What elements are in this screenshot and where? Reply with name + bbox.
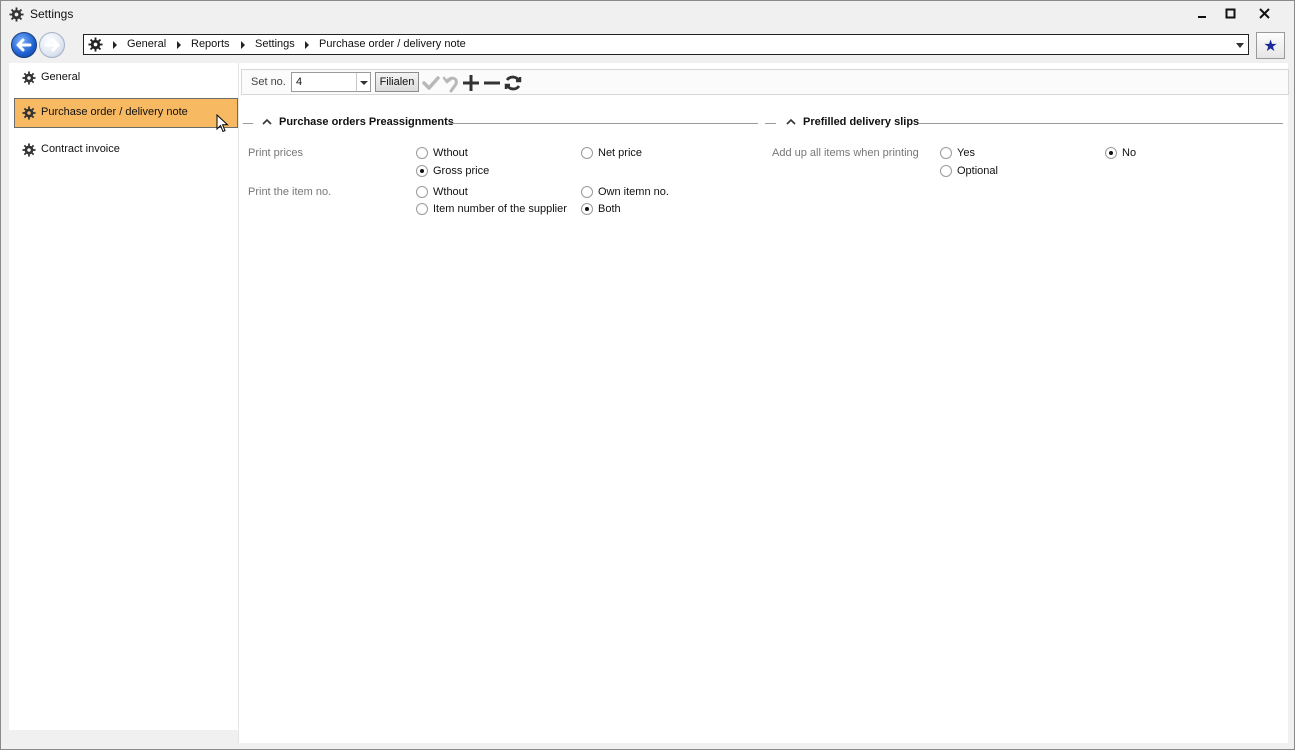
- radio-label: Yes: [957, 147, 975, 159]
- chevron-up-icon[interactable]: [262, 117, 272, 127]
- chevron-down-icon[interactable]: [356, 73, 370, 91]
- gear-icon: [22, 106, 36, 120]
- print-prices-without-radio[interactable]: Wthout: [416, 147, 468, 159]
- checkmark-icon[interactable]: [421, 73, 441, 93]
- print-item-without-radio[interactable]: Wthout: [416, 186, 468, 198]
- gear-icon: [22, 143, 36, 157]
- section-title: Purchase orders Preassignments: [279, 116, 454, 128]
- radio-dot: [416, 165, 428, 177]
- star-icon: ★: [1263, 37, 1278, 55]
- print-prices-label: Print prices: [248, 147, 304, 159]
- add-up-items-label: Add up all items when printing: [772, 147, 919, 159]
- breadcrumb-separator-icon: [241, 41, 245, 49]
- print-item-no-label: Print the item no.: [248, 186, 332, 198]
- radio-dot: [940, 165, 952, 177]
- main-content: Set no. 4 Filialen Purchase orders Preas…: [238, 63, 1289, 743]
- add-up-no-radio[interactable]: No: [1105, 147, 1136, 159]
- maximize-icon: [1225, 8, 1236, 19]
- section-divider: [243, 123, 253, 124]
- gear-icon: [22, 71, 36, 85]
- maximize-button[interactable]: [1215, 3, 1247, 25]
- radio-dot: [581, 203, 593, 215]
- sidebar: General Purchase order / delivery note C…: [9, 63, 245, 730]
- arrow-right-icon: [44, 38, 60, 52]
- print-item-own-radio[interactable]: Own itemn no.: [581, 186, 669, 198]
- radio-dot: [581, 186, 593, 198]
- radio-label: Item number of the supplier: [433, 203, 567, 215]
- print-prices-net-radio[interactable]: Net price: [581, 147, 642, 159]
- remove-icon[interactable]: [482, 73, 502, 93]
- forward-button[interactable]: [39, 32, 65, 58]
- filialen-button[interactable]: Filialen: [375, 72, 419, 92]
- navigation-bar: General Reports Settings Purchase order …: [1, 29, 1294, 61]
- radio-label: Wthout: [433, 186, 468, 198]
- breadcrumb-separator-icon: [113, 41, 117, 49]
- breadcrumb-general[interactable]: General: [127, 38, 166, 50]
- print-prices-gross-radio[interactable]: Gross price: [416, 165, 489, 177]
- settings-window: Settings General Reports Settings Purcha…: [0, 0, 1295, 750]
- radio-label: No: [1122, 147, 1137, 159]
- radio-label: Optional: [957, 165, 998, 177]
- toolbar: Set no. 4 Filialen: [241, 69, 1289, 95]
- radio-label: Net price: [598, 147, 643, 159]
- mouse-cursor-icon: [216, 114, 229, 133]
- breadcrumb-reports[interactable]: Reports: [191, 38, 230, 50]
- address-bar[interactable]: General Reports Settings Purchase order …: [83, 34, 1249, 55]
- section-divider: [919, 123, 1283, 124]
- sidebar-item-label: Purchase order / delivery note: [41, 106, 188, 118]
- gear-icon: [9, 7, 24, 22]
- favorite-button[interactable]: ★: [1256, 32, 1285, 59]
- set-no-value: 4: [296, 76, 303, 88]
- set-no-select[interactable]: 4: [291, 72, 371, 92]
- section-title: Prefilled delivery slips: [803, 116, 920, 128]
- add-icon[interactable]: [461, 73, 481, 93]
- sidebar-item-purchase-order[interactable]: Purchase order / delivery note: [14, 98, 245, 128]
- breadcrumb-current[interactable]: Purchase order / delivery note: [319, 38, 466, 50]
- breadcrumb-separator-icon: [305, 41, 309, 49]
- radio-dot: [581, 147, 593, 159]
- radio-label: Both: [598, 203, 621, 215]
- minimize-icon: [1198, 16, 1206, 18]
- title-bar: Settings: [1, 1, 1294, 28]
- radio-label: Own itemn no.: [598, 186, 669, 198]
- sidebar-item-label: General: [41, 71, 81, 83]
- undo-icon[interactable]: [441, 73, 461, 93]
- radio-dot: [416, 186, 428, 198]
- arrow-left-icon: [16, 38, 32, 52]
- section-divider: [765, 123, 776, 124]
- breadcrumb-separator-icon: [177, 41, 181, 49]
- radio-label: Gross price: [433, 165, 490, 177]
- section-divider: [448, 123, 758, 124]
- window-title: Settings: [30, 7, 74, 21]
- radio-dot: [940, 147, 952, 159]
- close-icon: [1259, 8, 1270, 19]
- gear-icon: [88, 37, 103, 52]
- chevron-up-icon[interactable]: [786, 117, 796, 127]
- radio-dot: [416, 147, 428, 159]
- sidebar-item-label: Contract invoice: [41, 143, 120, 155]
- radio-dot: [1105, 147, 1117, 159]
- close-button[interactable]: [1249, 3, 1281, 25]
- refresh-icon[interactable]: [503, 73, 523, 93]
- radio-label: Wthout: [433, 147, 468, 159]
- add-up-yes-radio[interactable]: Yes: [940, 147, 975, 159]
- sidebar-item-general[interactable]: General: [14, 63, 238, 93]
- print-item-supplier-radio[interactable]: Item number of the supplier: [416, 203, 567, 215]
- section-purchase-orders: Purchase orders Preassignments: [239, 115, 759, 131]
- radio-dot: [416, 203, 428, 215]
- section-delivery-slips: Prefilled delivery slips: [765, 115, 1285, 131]
- add-up-optional-radio[interactable]: Optional: [940, 165, 998, 177]
- breadcrumb-settings[interactable]: Settings: [255, 38, 295, 50]
- print-item-both-radio[interactable]: Both: [581, 203, 621, 215]
- sidebar-item-contract-invoice[interactable]: Contract invoice: [14, 135, 238, 165]
- address-dropdown-icon[interactable]: [1236, 43, 1244, 48]
- set-no-label: Set no.: [251, 76, 286, 88]
- back-button[interactable]: [11, 32, 37, 58]
